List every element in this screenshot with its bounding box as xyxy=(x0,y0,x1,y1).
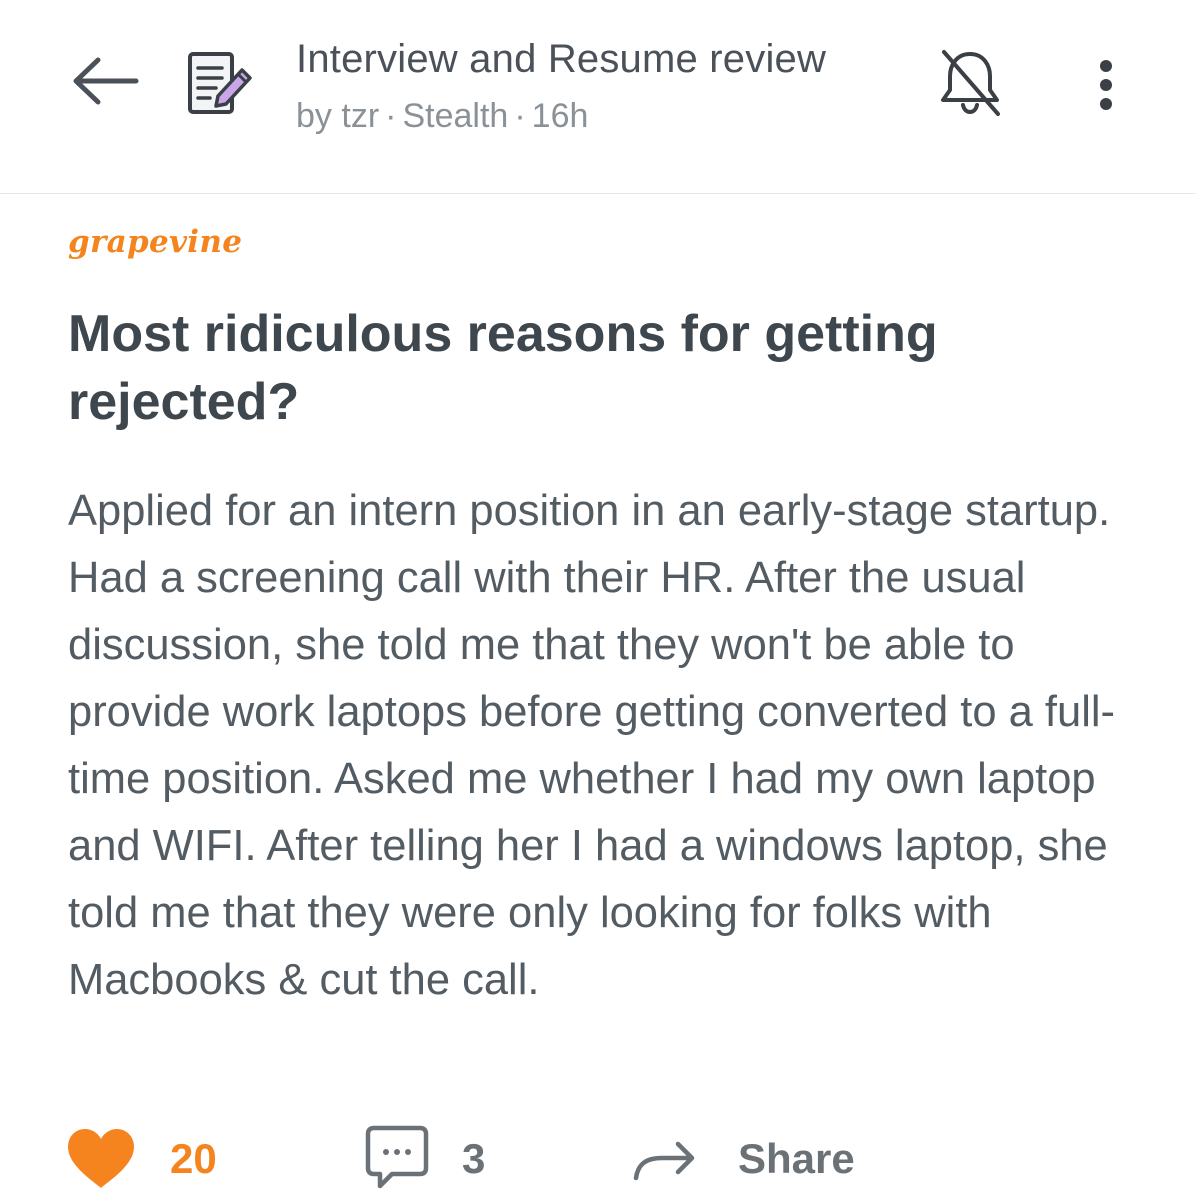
bell-off-icon xyxy=(941,50,1000,116)
arrow-left-icon xyxy=(73,57,139,105)
comment-icon xyxy=(365,1125,429,1189)
meta-separator-dot: · xyxy=(385,97,397,135)
more-vertical-icon xyxy=(1100,60,1112,110)
meta-separator-dot: · xyxy=(514,97,526,135)
post-age: 16h xyxy=(531,97,589,135)
author-name[interactable]: tzr xyxy=(341,97,379,135)
share-arrow-icon xyxy=(633,1141,695,1181)
document-edit-icon xyxy=(184,46,254,122)
group-title[interactable]: Interview and Resume review xyxy=(296,34,936,84)
post-screen: Interview and Resume review by tzr · Steal… xyxy=(0,0,1196,1200)
post-body: Applied for an intern position in an ear… xyxy=(68,487,1116,1004)
mute-notifications-button[interactable] xyxy=(930,42,1010,122)
group-info[interactable]: Interview and Resume review by tzr · Steal… xyxy=(296,34,936,138)
share-label: Share xyxy=(738,1135,855,1182)
more-options-button[interactable] xyxy=(1078,50,1134,120)
post-actions-bar: 20 3 Share xyxy=(0,1118,1196,1200)
heart-icon xyxy=(68,1129,134,1188)
post-header: Interview and Resume review by tzr · Steal… xyxy=(0,0,1196,194)
comment-button[interactable]: 3 xyxy=(364,1118,485,1200)
grapevine-brand-label: grapevine xyxy=(68,224,243,260)
comment-count: 3 xyxy=(462,1135,486,1182)
post-title: Most ridiculous reasons for getting reje… xyxy=(68,305,938,431)
post-meta: by tzr · Stealth · 16h xyxy=(296,94,936,138)
back-button[interactable] xyxy=(66,44,146,124)
share-button[interactable]: Share xyxy=(632,1118,855,1200)
like-button[interactable]: 20 xyxy=(66,1118,217,1200)
author-company: Stealth xyxy=(402,97,509,135)
like-count: 20 xyxy=(170,1135,217,1182)
meta-prefix: by xyxy=(296,97,332,135)
